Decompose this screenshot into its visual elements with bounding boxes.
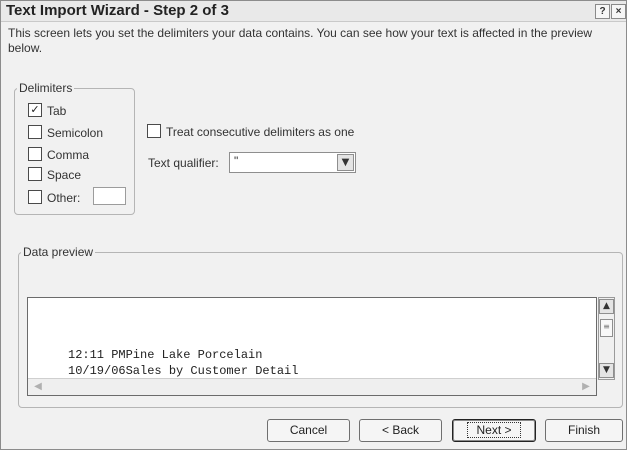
preview-line: 12:11 PMPine Lake Porcelain: [68, 348, 263, 362]
scroll-thumb[interactable]: ≡: [600, 319, 613, 337]
scroll-down-icon[interactable]: ▼: [599, 363, 614, 378]
horizontal-scrollbar[interactable]: ◀ ▶: [28, 378, 596, 395]
comma-checkbox[interactable]: [28, 147, 42, 161]
chevron-down-icon[interactable]: ▼: [337, 154, 354, 171]
space-label: Space: [47, 168, 82, 182]
window-title: Text Import Wizard - Step 2 of 3: [6, 2, 229, 19]
data-preview-legend: Data preview: [23, 245, 94, 259]
space-checkbox[interactable]: [28, 167, 42, 181]
data-preview-box[interactable]: 12:11 PMPine Lake Porcelain 10/19/06Sale…: [27, 297, 597, 396]
preview-line: 10/19/06Sales by Customer Detail: [68, 364, 299, 378]
title-bar: Text Import Wizard - Step 2 of 3 ? ×: [1, 1, 626, 22]
next-button[interactable]: Next >: [452, 419, 536, 442]
intro-text: This screen lets you set the delimiters …: [8, 26, 593, 55]
back-button[interactable]: < Back: [359, 419, 442, 442]
next-button-label: Next >: [467, 422, 521, 438]
tab-label: Tab: [47, 104, 67, 118]
other-delimiter-input[interactable]: [93, 187, 126, 205]
scroll-up-icon[interactable]: ▲: [599, 299, 614, 314]
other-label: Other:: [47, 191, 81, 205]
other-checkbox[interactable]: [28, 190, 42, 204]
text-qualifier-value: ": [234, 154, 239, 168]
text-qualifier-label: Text qualifier:: [148, 156, 219, 170]
help-button[interactable]: ?: [595, 4, 610, 19]
consecutive-delimiters-label: Treat consecutive delimiters as one: [166, 125, 355, 139]
vertical-scrollbar[interactable]: ▲ ≡ ▼: [598, 297, 615, 380]
text-qualifier-select[interactable]: " ▼: [229, 152, 356, 173]
consecutive-delimiters-checkbox[interactable]: [147, 124, 161, 138]
close-button[interactable]: ×: [611, 4, 626, 19]
comma-label: Comma: [47, 148, 90, 162]
cancel-button[interactable]: Cancel: [267, 419, 350, 442]
semicolon-label: Semicolon: [47, 126, 104, 140]
scroll-right-icon[interactable]: ▶: [578, 379, 594, 395]
text-import-wizard-dialog: Text Import Wizard - Step 2 of 3 ? × Thi…: [0, 0, 627, 450]
semicolon-checkbox[interactable]: [28, 125, 42, 139]
check-icon: ✓: [30, 104, 40, 116]
tab-checkbox[interactable]: ✓: [28, 103, 42, 117]
delimiters-legend: Delimiters: [19, 81, 73, 95]
scroll-left-icon[interactable]: ◀: [30, 379, 46, 395]
finish-button[interactable]: Finish: [545, 419, 623, 442]
